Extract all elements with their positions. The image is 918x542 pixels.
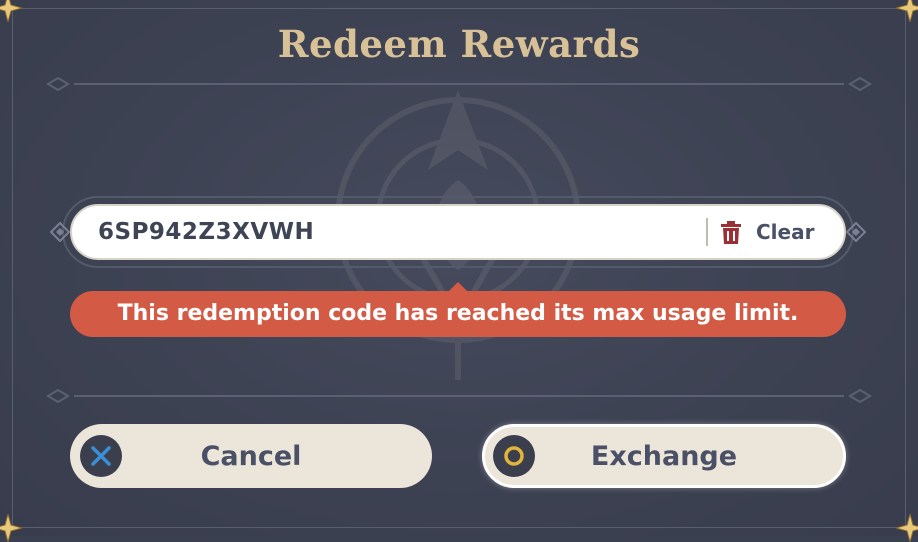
exchange-button[interactable]: Exchange [482, 424, 846, 488]
corner-star-icon [896, 0, 918, 22]
diamond-icon [846, 222, 866, 242]
error-tooltip: This redemption code has reached its max… [70, 282, 846, 338]
clear-separator [706, 218, 708, 246]
redeem-dialog: Redeem Rewards 6SP942Z3XVWH Clear This r… [0, 0, 918, 542]
redemption-code-value[interactable]: 6SP942Z3XVWH [98, 214, 314, 250]
clear-button[interactable]: Clear [718, 214, 830, 250]
cancel-button[interactable]: Cancel [70, 424, 432, 488]
diamond-icon [50, 222, 70, 242]
error-message: This redemption code has reached its max… [70, 291, 846, 337]
ornamental-divider [46, 388, 872, 404]
trash-icon [721, 221, 741, 244]
clear-button-label: Clear [756, 220, 815, 244]
exchange-button-label: Exchange [590, 440, 738, 472]
cancel-button-label: Cancel [200, 440, 302, 472]
dialog-title: Redeem Rewards [277, 22, 641, 66]
corner-star-icon [0, 514, 22, 542]
corner-star-icon [0, 0, 22, 22]
corner-star-icon [896, 514, 918, 542]
